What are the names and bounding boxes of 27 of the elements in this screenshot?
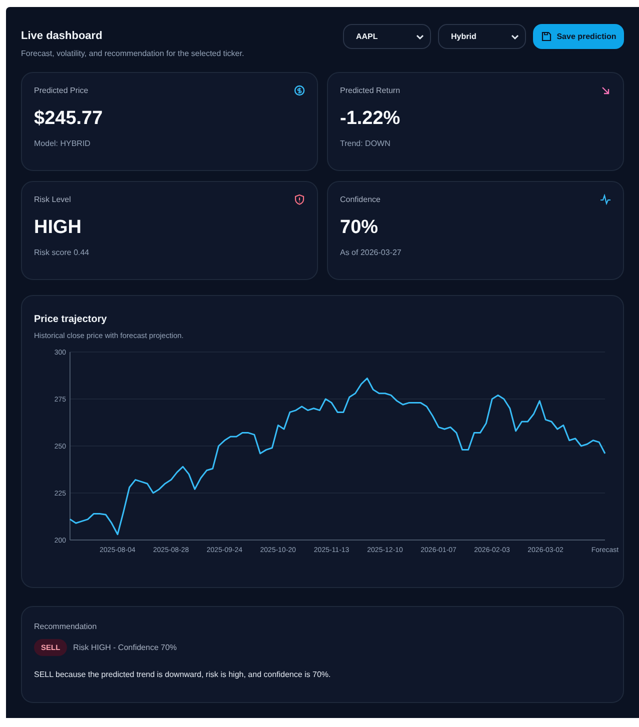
metric-value: 70% [340, 217, 380, 239]
metric-label: Predicted Return [340, 86, 400, 95]
recommendation-summary: Risk HIGH - Confidence 70% [73, 643, 177, 652]
shield-alert-icon [294, 194, 305, 205]
arrow-down-right-icon [600, 85, 611, 96]
dashboard-subtitle: Forecast, volatility, and recommendation for the selected ticker. [21, 49, 244, 58]
metric-label: Confidence [340, 195, 380, 204]
metric-label: Risk Level [34, 195, 71, 204]
metric-note: Model: HYBRID [34, 139, 92, 148]
chart-title: Price trajectory [34, 314, 108, 325]
recommendation-title: Recommendation [34, 622, 98, 632]
metric-note: Trend: DOWN [340, 139, 392, 148]
metric-value: HIGH [34, 217, 82, 239]
save-prediction-button[interactable]: Save prediction [533, 24, 624, 49]
ticker-select[interactable]: AAPL [343, 24, 431, 49]
metric-note: Risk score 0.44 [34, 248, 90, 257]
metric-value: $245.77 [34, 108, 104, 130]
model-select[interactable]: Hybrid [438, 24, 526, 49]
activity-icon [600, 194, 611, 205]
dollar-circle-icon [294, 85, 305, 96]
metric-value: -1.22% [340, 108, 402, 130]
dashboard-title: Live dashboard [21, 30, 104, 42]
chevron-down-icon [416, 34, 424, 40]
chevron-down-icon [511, 34, 519, 40]
metric-note: As of 2026-03-27 [340, 248, 402, 257]
recommendation-explanation: SELL because the predicted trend is downward, risk is high, and confidence is 70%. [34, 670, 332, 680]
metric-label: Predicted Price [34, 86, 88, 95]
